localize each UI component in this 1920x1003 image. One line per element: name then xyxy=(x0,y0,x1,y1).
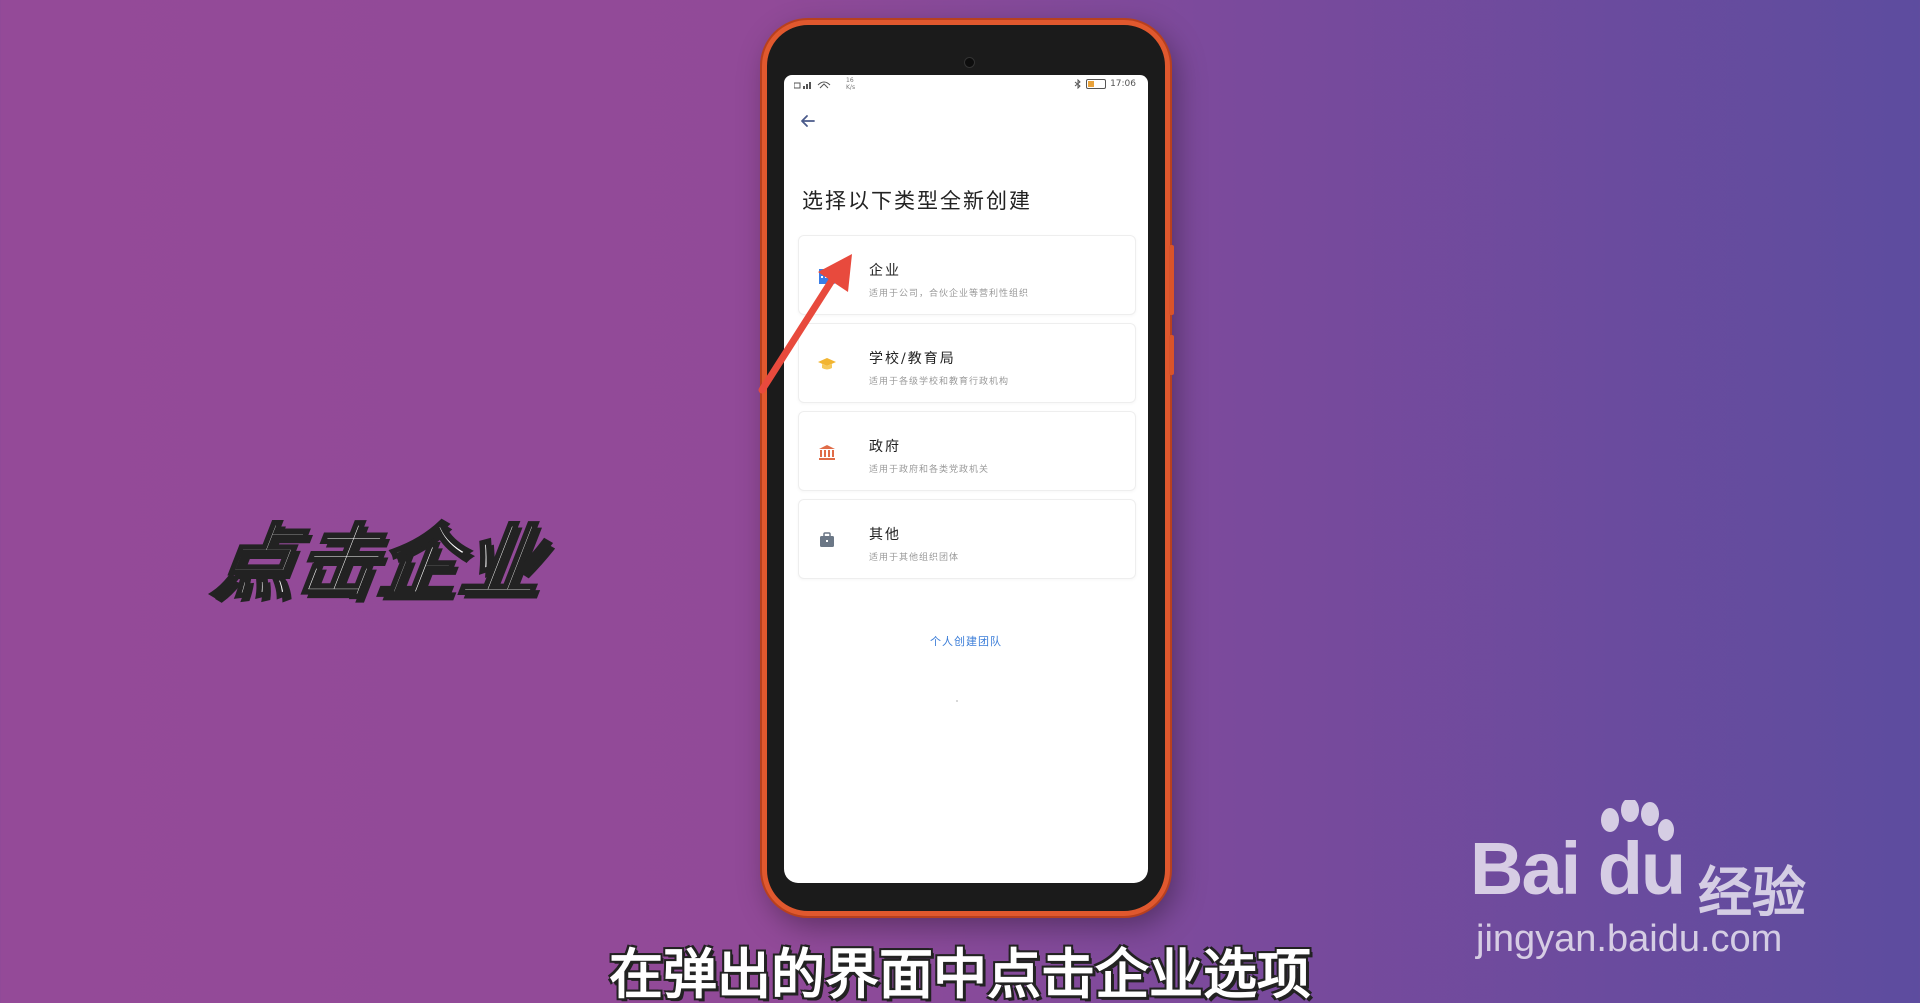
option-desc: 适用于其他组织团体 xyxy=(869,553,960,563)
annotation-arrow-icon xyxy=(758,254,852,394)
status-right: 17:06 xyxy=(1074,79,1136,89)
option-name: 政府 xyxy=(869,439,901,455)
create-personal-team-link[interactable]: 个人创建团队 xyxy=(784,633,1148,649)
back-button[interactable] xyxy=(796,109,820,133)
signal-icons xyxy=(793,80,840,93)
option-name: 企业 xyxy=(869,263,901,279)
caption-overlay: 点击企业 xyxy=(207,515,551,611)
battery-icon xyxy=(1086,79,1107,89)
phone-screen: 16 K/s 17:06 选择以下类型全新创建 企业 适用于公司，合伙企业等营利… xyxy=(784,75,1148,883)
baidu-jingyan-watermark: Bai du 经验 jingyan.baidu.com xyxy=(1470,800,1830,960)
watermark-brand: Bai du xyxy=(1470,827,1686,910)
bluetooth-icon xyxy=(1074,79,1081,89)
option-desc: 适用于各级学校和教育行政机构 xyxy=(869,377,1010,387)
power-button xyxy=(1169,335,1174,375)
status-time: 17:06 xyxy=(1110,79,1136,89)
back-arrow-icon xyxy=(801,115,815,127)
status-bar: 16 K/s 17:06 xyxy=(784,75,1148,97)
option-desc: 适用于公司，合伙企业等营利性组织 xyxy=(869,289,1030,299)
watermark-url: jingyan.baidu.com xyxy=(1476,918,1783,960)
network-speed-unit: K/s xyxy=(846,84,856,91)
option-name: 学校/教育局 xyxy=(869,351,956,367)
network-speed-value: 16 xyxy=(846,77,854,84)
front-camera xyxy=(964,57,975,68)
option-government[interactable]: 政府 适用于政府和各类党政机关 xyxy=(798,411,1136,491)
briefcase-icon xyxy=(817,530,837,550)
loading-dot xyxy=(956,700,958,702)
option-desc: 适用于政府和各类党政机关 xyxy=(869,465,990,475)
network-speed: 16 K/s xyxy=(846,77,855,91)
phone-frame: 16 K/s 17:06 选择以下类型全新创建 企业 适用于公司，合伙企业等营利… xyxy=(762,20,1174,916)
page-title: 选择以下类型全新创建 xyxy=(802,189,1032,213)
option-other[interactable]: 其他 适用于其他组织团体 xyxy=(798,499,1136,579)
option-name: 其他 xyxy=(869,527,901,543)
volume-button xyxy=(1169,245,1174,315)
watermark-suffix: 经验 xyxy=(1698,861,1806,924)
government-building-icon xyxy=(817,442,837,462)
signal-wifi-icon xyxy=(793,81,831,89)
